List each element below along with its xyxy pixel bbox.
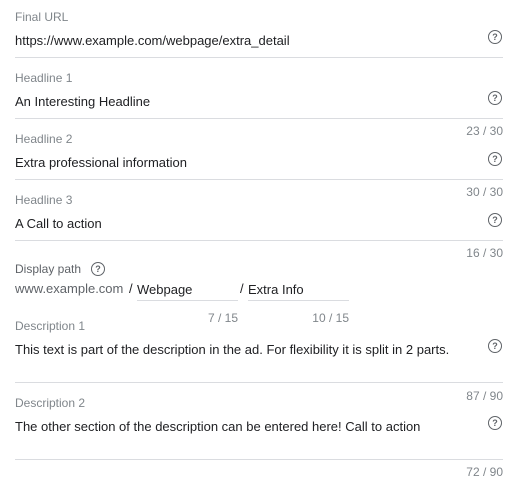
headline3-counter: 16 / 30	[466, 246, 503, 260]
headline1-field[interactable]: An Interesting Headline	[15, 94, 150, 110]
display-path-separator-2: /	[240, 281, 244, 296]
help-circle-icon[interactable]: ?	[91, 262, 105, 276]
description2-underline	[15, 459, 503, 460]
help-circle-icon[interactable]: ?	[488, 91, 502, 105]
headline1-underline	[15, 118, 503, 119]
display-path2-value: Extra Info	[248, 282, 304, 297]
help-circle-icon[interactable]: ?	[488, 152, 502, 166]
description2-counter: 72 / 90	[466, 465, 503, 479]
headline3-field[interactable]: A Call to action	[15, 216, 102, 232]
display-path1-value: Webpage	[137, 282, 193, 297]
display-path-separator: /	[129, 281, 133, 296]
headline2-underline	[15, 179, 503, 180]
display-path1-input[interactable]: Webpage	[137, 282, 238, 301]
description1-field[interactable]: This text is part of the description in …	[15, 342, 449, 358]
headline3-label: Headline 3	[15, 193, 73, 207]
display-path2-counter: 10 / 15	[312, 311, 349, 325]
description1-label: Description 1	[15, 319, 86, 333]
headline1-counter: 23 / 30	[466, 124, 503, 138]
display-path-domain: www.example.com	[15, 281, 124, 296]
headline2-counter: 30 / 30	[466, 185, 503, 199]
description2-field[interactable]: The other section of the description can…	[15, 419, 420, 435]
headline1-label: Headline 1	[15, 71, 73, 85]
display-path-label: Display path	[15, 262, 82, 276]
help-circle-icon[interactable]: ?	[488, 416, 502, 430]
help-circle-icon[interactable]: ?	[488, 30, 502, 44]
display-path2-input[interactable]: Extra Info	[248, 282, 349, 301]
headline3-underline	[15, 240, 503, 241]
final-url-label: Final URL	[15, 10, 69, 24]
final-url-field[interactable]: https://www.example.com/webpage/extra_de…	[15, 33, 290, 49]
description2-label: Description 2	[15, 396, 86, 410]
headline2-field[interactable]: Extra professional information	[15, 155, 187, 171]
description1-counter: 87 / 90	[466, 389, 503, 403]
help-circle-icon[interactable]: ?	[488, 339, 502, 353]
headline2-label: Headline 2	[15, 132, 73, 146]
final-url-underline	[15, 57, 503, 58]
help-circle-icon[interactable]: ?	[488, 213, 502, 227]
display-path1-counter: 7 / 15	[207, 311, 238, 325]
description1-underline	[15, 382, 503, 383]
